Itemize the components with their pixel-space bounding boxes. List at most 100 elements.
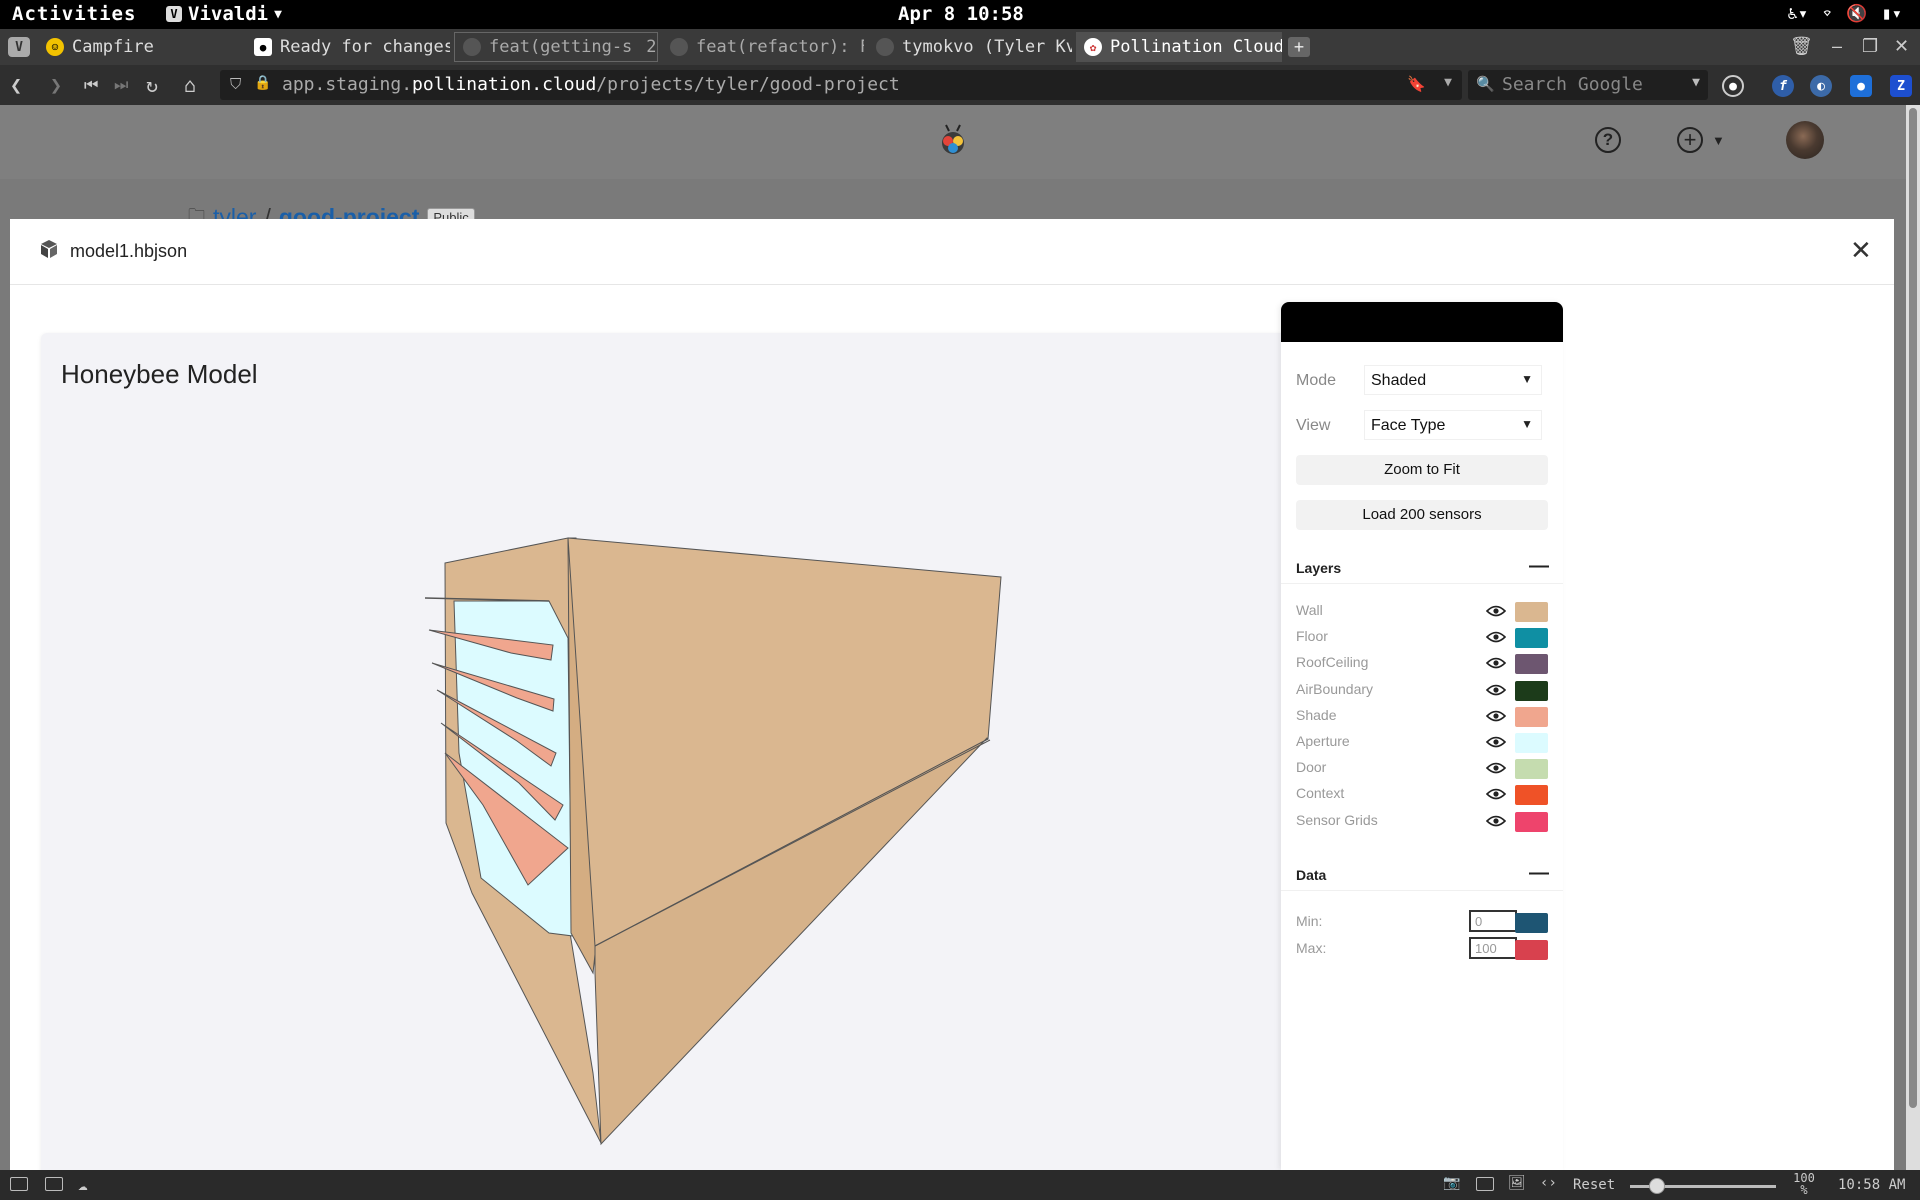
- min-input[interactable]: 0: [1469, 910, 1517, 932]
- rewind-icon[interactable]: ⏮: [84, 75, 98, 95]
- volume-muted-icon[interactable]: 🔇: [1846, 4, 1867, 24]
- forward-icon[interactable]: ❯: [50, 73, 62, 97]
- system-tray[interactable]: ♿▾ ⌔ 🔇 ▮▾: [1788, 4, 1902, 24]
- page-scrollbar-thumb[interactable]: [1909, 108, 1917, 1108]
- reload-icon[interactable]: ↻: [146, 73, 158, 97]
- modal-header: model1.hbjson ✕: [10, 219, 1894, 285]
- max-input[interactable]: 100: [1469, 937, 1517, 959]
- url-path: /projects/tyler/good-project: [596, 74, 900, 95]
- layer-row-wall: Wall: [1296, 602, 1548, 622]
- accessibility-icon[interactable]: ♿▾: [1788, 4, 1808, 24]
- min-color-swatch[interactable]: [1515, 913, 1548, 933]
- layer-color-swatch[interactable]: [1515, 759, 1548, 780]
- home-icon[interactable]: ⌂: [184, 73, 196, 97]
- avatar[interactable]: [1786, 121, 1824, 159]
- layer-color-swatch[interactable]: [1515, 628, 1548, 649]
- model-3d-canvas[interactable]: [41, 333, 1281, 1170]
- search-field[interactable]: 🔍 Search Google ▼: [1468, 70, 1708, 100]
- restore-icon[interactable]: ❐: [1862, 36, 1878, 57]
- min-row: Min: 0: [1296, 910, 1548, 933]
- layer-name: Wall: [1296, 602, 1323, 618]
- tab-github-profile[interactable]: tymokvo (Tyler Kv: [868, 32, 1072, 62]
- new-tab-button[interactable]: +: [1288, 37, 1310, 57]
- eye-icon[interactable]: [1485, 630, 1507, 644]
- system-clock[interactable]: Apr 8 10:58: [898, 3, 1024, 25]
- address-bar: ❮ ❯ ⏮ ⏭ ↻ ⌂ ⛉ 🔒 app.staging.pollination.…: [0, 65, 1920, 105]
- url-field[interactable]: ⛉ 🔒 app.staging.pollination.cloud/projec…: [220, 70, 1462, 100]
- extension-z-icon[interactable]: Z: [1890, 75, 1912, 97]
- bookmark-icon[interactable]: 🔖: [1407, 75, 1426, 93]
- cloud-sync-icon[interactable]: ☁: [78, 1175, 88, 1194]
- eye-icon[interactable]: [1485, 761, 1507, 775]
- chevron-down-icon[interactable]: ▼: [1692, 75, 1700, 90]
- layer-color-swatch[interactable]: [1515, 654, 1548, 675]
- zoom-level: 100 %: [1793, 1171, 1815, 1197]
- eye-icon[interactable]: [1485, 683, 1507, 697]
- campfire-icon: ☺: [46, 38, 64, 56]
- layer-name: Floor: [1296, 628, 1328, 645]
- view-select[interactable]: Face Type ▼: [1364, 410, 1542, 440]
- layer-color-swatch[interactable]: [1515, 680, 1548, 701]
- chevron-down-icon[interactable]: ▼: [1444, 75, 1452, 90]
- loom-icon: ●: [254, 38, 272, 56]
- tile-icon[interactable]: [45, 1177, 63, 1191]
- zoom-reset-button[interactable]: Reset: [1573, 1177, 1615, 1193]
- close-window-icon[interactable]: ✕: [1894, 36, 1909, 57]
- trash-icon[interactable]: 🗑: [1790, 36, 1813, 57]
- mode-select[interactable]: Shaded ▼: [1364, 365, 1542, 395]
- layers-section-header[interactable]: Layers —: [1281, 552, 1563, 584]
- eye-icon[interactable]: [1485, 787, 1507, 801]
- layer-row-aperture: Aperture: [1296, 733, 1548, 753]
- fast-forward-icon[interactable]: ⏭: [114, 75, 128, 95]
- tab-loom[interactable]: ● Ready for changes: [246, 32, 450, 62]
- window-icon[interactable]: [1476, 1177, 1494, 1191]
- eye-icon[interactable]: [1485, 656, 1507, 670]
- zoom-slider-handle[interactable]: [1649, 1178, 1665, 1194]
- load-sensors-button[interactable]: Load 200 sensors: [1296, 500, 1548, 530]
- eye-icon[interactable]: [1485, 709, 1507, 723]
- back-icon[interactable]: ❮: [10, 73, 22, 97]
- extension-f-icon[interactable]: f: [1772, 75, 1794, 97]
- close-icon[interactable]: ✕: [1850, 235, 1872, 266]
- battery-icon[interactable]: ▮▾: [1882, 4, 1902, 24]
- help-icon[interactable]: ?: [1595, 127, 1621, 153]
- code-icon[interactable]: ‹›: [1540, 1175, 1557, 1191]
- layer-row-door: Door: [1296, 759, 1548, 780]
- layer-color-swatch[interactable]: [1515, 811, 1548, 832]
- mode-label: Mode: [1296, 372, 1337, 389]
- github-icon: [670, 38, 688, 56]
- minimize-icon[interactable]: –: [1832, 36, 1842, 57]
- search-placeholder: Search Google: [1502, 74, 1643, 95]
- camera-icon[interactable]: 📷: [1443, 1175, 1460, 1191]
- collapse-icon[interactable]: —: [1529, 555, 1549, 578]
- extension-reader-icon[interactable]: ◐: [1810, 75, 1832, 97]
- profile-icon[interactable]: ●: [1722, 75, 1744, 97]
- eye-icon[interactable]: [1485, 735, 1507, 749]
- vivaldi-menu-button[interactable]: V: [8, 37, 30, 57]
- max-color-swatch[interactable]: [1515, 940, 1548, 960]
- layer-color-swatch[interactable]: [1515, 602, 1548, 622]
- layer-color-swatch[interactable]: [1515, 706, 1548, 727]
- wifi-icon[interactable]: ⌔: [1822, 4, 1832, 24]
- chevron-down-icon[interactable]: ▼: [1712, 133, 1725, 148]
- tab-github-refactor[interactable]: feat(refactor): F: [662, 32, 864, 62]
- layer-color-swatch[interactable]: [1515, 733, 1548, 753]
- collapse-icon[interactable]: —: [1529, 862, 1549, 885]
- tab-campfire[interactable]: ☺ Campfire: [38, 32, 238, 62]
- tab-label: Pollination Cloud: [1110, 37, 1282, 57]
- extension-badge-icon[interactable]: ●: [1850, 75, 1872, 97]
- zoom-to-fit-button[interactable]: Zoom to Fit: [1296, 455, 1548, 485]
- layer-color-swatch[interactable]: [1515, 785, 1548, 806]
- panel-toggle-icon[interactable]: [10, 1177, 28, 1191]
- data-section-header[interactable]: Data —: [1281, 859, 1563, 891]
- eye-icon[interactable]: [1485, 604, 1507, 618]
- eye-icon[interactable]: [1485, 814, 1507, 828]
- tab-github-getting-started[interactable]: feat(getting-s 2: [454, 32, 658, 62]
- pollination-logo-icon[interactable]: [936, 123, 970, 159]
- system-top-bar: Activities V Vivaldi ▼ Apr 8 10:58 ♿▾ ⌔ …: [0, 0, 1920, 29]
- activities-button[interactable]: Activities: [12, 3, 136, 25]
- image-icon[interactable]: 🖼: [1508, 1175, 1526, 1191]
- app-menu[interactable]: V Vivaldi ▼: [166, 3, 282, 25]
- add-icon[interactable]: +: [1677, 127, 1703, 153]
- tab-pollination-cloud[interactable]: ✿ Pollination Cloud: [1076, 32, 1282, 62]
